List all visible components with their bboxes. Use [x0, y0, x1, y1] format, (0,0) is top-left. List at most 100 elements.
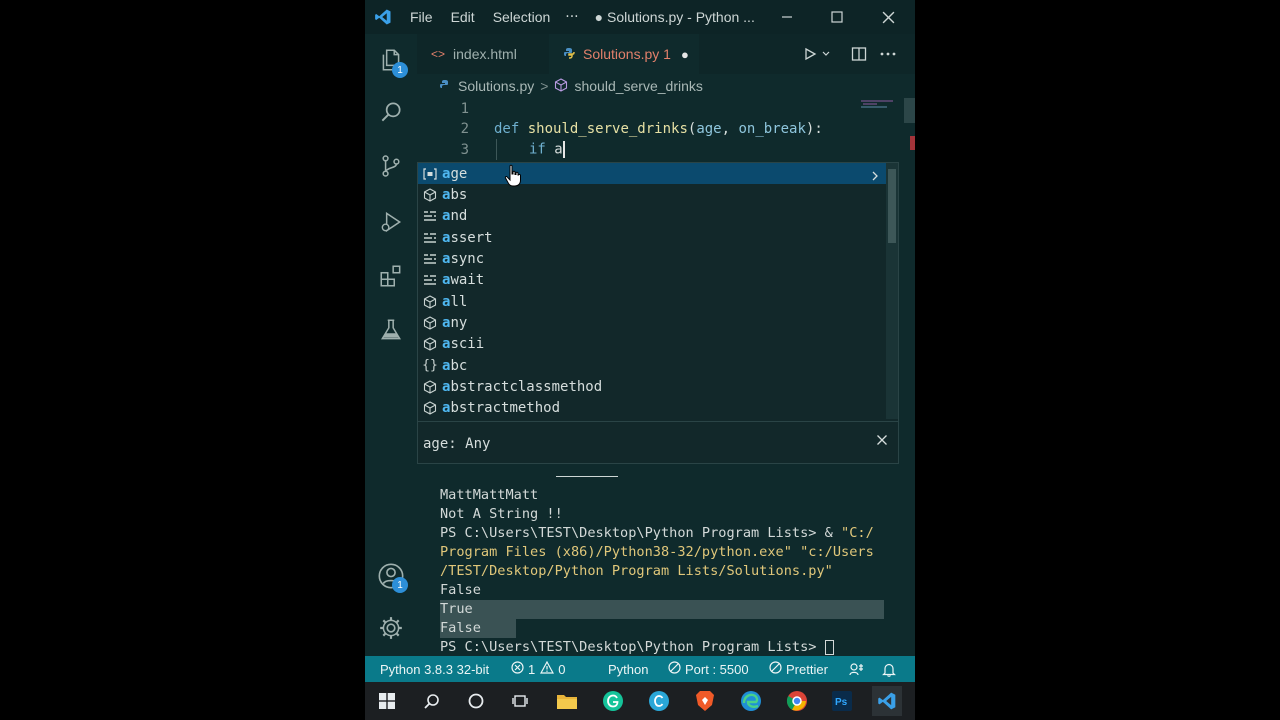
param-age: age — [696, 120, 722, 137]
keyword-kind-icon — [418, 210, 442, 222]
module-kind-icon: {} — [422, 358, 438, 374]
unsaved-dot-icon[interactable]: ● — [681, 47, 689, 62]
photoshop-icon[interactable]: Ps — [827, 686, 857, 716]
suggestion-rest: bstractclassmethod — [450, 379, 603, 396]
keyword-kind-icon — [418, 232, 442, 244]
file-explorer-icon[interactable] — [552, 686, 582, 716]
indent-guide — [496, 139, 497, 160]
suggestion-item[interactable]: {} abc — [418, 355, 886, 376]
menu-file[interactable]: File — [401, 9, 442, 25]
live-server-port[interactable]: Port : 5500 — [668, 656, 749, 682]
suggest-detail-text: age: Any — [423, 435, 491, 452]
suggestion-rest: bs — [450, 186, 468, 203]
edge-browser-icon[interactable] — [736, 686, 766, 716]
prettier-status[interactable]: Prettier — [769, 656, 828, 682]
chrome-browser-icon[interactable] — [782, 686, 812, 716]
suggestion-item[interactable]: ascii — [418, 334, 886, 355]
menu-more[interactable]: ··· — [559, 9, 584, 25]
windows-start-icon[interactable] — [372, 686, 402, 716]
warning-icon — [540, 660, 555, 677]
tab-index-html[interactable]: <> index.html — [417, 34, 549, 74]
vscode-taskbar-icon[interactable] — [872, 686, 902, 716]
editor-scrollbar[interactable] — [902, 98, 915, 456]
split-editor-icon[interactable] — [851, 34, 867, 74]
expand-details-chevron-icon[interactable] — [870, 167, 880, 186]
text-cursor — [562, 141, 565, 158]
suggest-scrollbar-thumb[interactable] — [888, 169, 896, 243]
suggestion-item[interactable]: abstractclassmethod — [418, 377, 886, 398]
activity-bar: 1 1 — [365, 34, 417, 656]
cortana-icon[interactable] — [461, 686, 491, 716]
terminal-line: MattMattMatt — [440, 487, 539, 503]
settings-gear-icon[interactable] — [375, 612, 407, 644]
breadcrumb-file[interactable]: Solutions.py — [458, 78, 534, 94]
error-count: 1 — [528, 661, 536, 677]
suggestion-item[interactable]: abstractmethod — [418, 398, 886, 419]
maximize-button[interactable] — [812, 0, 862, 34]
language-mode[interactable]: Python — [608, 656, 648, 682]
suggestion-item[interactable]: async — [418, 248, 886, 269]
python-file-icon — [563, 46, 575, 62]
testing-flask-icon[interactable] — [375, 314, 407, 346]
notifications-bell-icon[interactable] — [882, 656, 896, 682]
suggestion-label: abs — [442, 187, 467, 203]
function-kind-icon — [418, 295, 442, 309]
suggestion-item[interactable]: any — [418, 312, 886, 333]
suggestion-rest: wait — [450, 272, 485, 289]
suggestion-label: age — [442, 166, 467, 182]
more-actions-icon[interactable] — [879, 34, 897, 74]
suggestion-item[interactable]: abs — [418, 184, 886, 205]
close-details-icon[interactable] — [876, 434, 892, 450]
brave-browser-icon[interactable] — [690, 686, 720, 716]
search-icon[interactable] — [375, 96, 407, 128]
suggestion-item[interactable]: age — [418, 163, 886, 185]
suggestion-rest: bstractmethod — [450, 400, 561, 417]
function-kind-icon — [418, 401, 442, 416]
suggestion-label: abc — [442, 358, 467, 374]
double-check-icon — [769, 661, 782, 677]
run-debug-icon[interactable] — [375, 206, 407, 238]
minimap[interactable] — [857, 98, 902, 158]
tab-solutions-py[interactable]: Solutions.py 1 ● — [549, 34, 699, 74]
code-line-1: 1 — [417, 98, 857, 119]
suggestion-item[interactable]: await — [418, 270, 886, 291]
task-view-icon[interactable] — [505, 686, 535, 716]
menu-edit[interactable]: Edit — [442, 9, 484, 25]
terminal-line-selected: False — [440, 619, 516, 638]
breadcrumb-symbol[interactable]: should_serve_drinks — [574, 78, 702, 94]
suggestion-label: assert — [442, 230, 493, 246]
menu-selection[interactable]: Selection — [484, 9, 560, 25]
terminal[interactable]: MattMattMatt Not A String !! PS C:\Users… — [417, 480, 915, 656]
source-control-icon[interactable] — [375, 150, 407, 182]
minimize-button[interactable] — [762, 0, 812, 34]
suggestion-list: age abs and assert async await all any ascii{} ab… — [418, 163, 886, 419]
run-python-button[interactable] — [803, 34, 831, 74]
title-bar: File Edit Selection ··· ● Solutions.py -… — [365, 0, 915, 34]
problems-indicator[interactable]: 1 0 — [511, 656, 565, 682]
paren-close: ): — [805, 120, 823, 137]
suggestion-item[interactable]: and — [418, 206, 886, 227]
mouse-pointer-hand-icon — [504, 164, 522, 192]
suggestion-rest: scii — [450, 336, 485, 353]
param-comma: , — [721, 120, 739, 137]
keyword-if: if — [529, 141, 546, 158]
param-on-break: on_break — [738, 120, 806, 137]
feedback-icon[interactable] — [849, 656, 864, 682]
vscode-logo-icon — [365, 0, 401, 34]
canva-icon[interactable] — [644, 686, 674, 716]
terminal-line: Program Files (x86)/Python38-32/python.e… — [440, 544, 874, 560]
close-button[interactable] — [863, 0, 913, 34]
code-line-2: 2 def should_serve_drinks(age, on_break)… — [417, 118, 857, 139]
grammarly-icon[interactable] — [598, 686, 628, 716]
function-kind-icon — [418, 188, 442, 202]
suggestion-item[interactable]: all — [418, 291, 886, 312]
terminal-string: "C:/ — [841, 525, 874, 541]
breadcrumb-separator: > — [540, 78, 549, 94]
suggestion-item[interactable]: assert — [418, 227, 886, 248]
extensions-icon[interactable] — [375, 260, 407, 292]
function-kind-icon — [418, 337, 442, 352]
python-interpreter[interactable]: Python 3.8.3 32-bit — [380, 656, 489, 682]
suggestion-rest: sync — [450, 251, 485, 268]
taskbar-search-icon[interactable] — [417, 686, 447, 716]
code-text: def should_serve_drinks(age, on_break): — [494, 121, 823, 137]
